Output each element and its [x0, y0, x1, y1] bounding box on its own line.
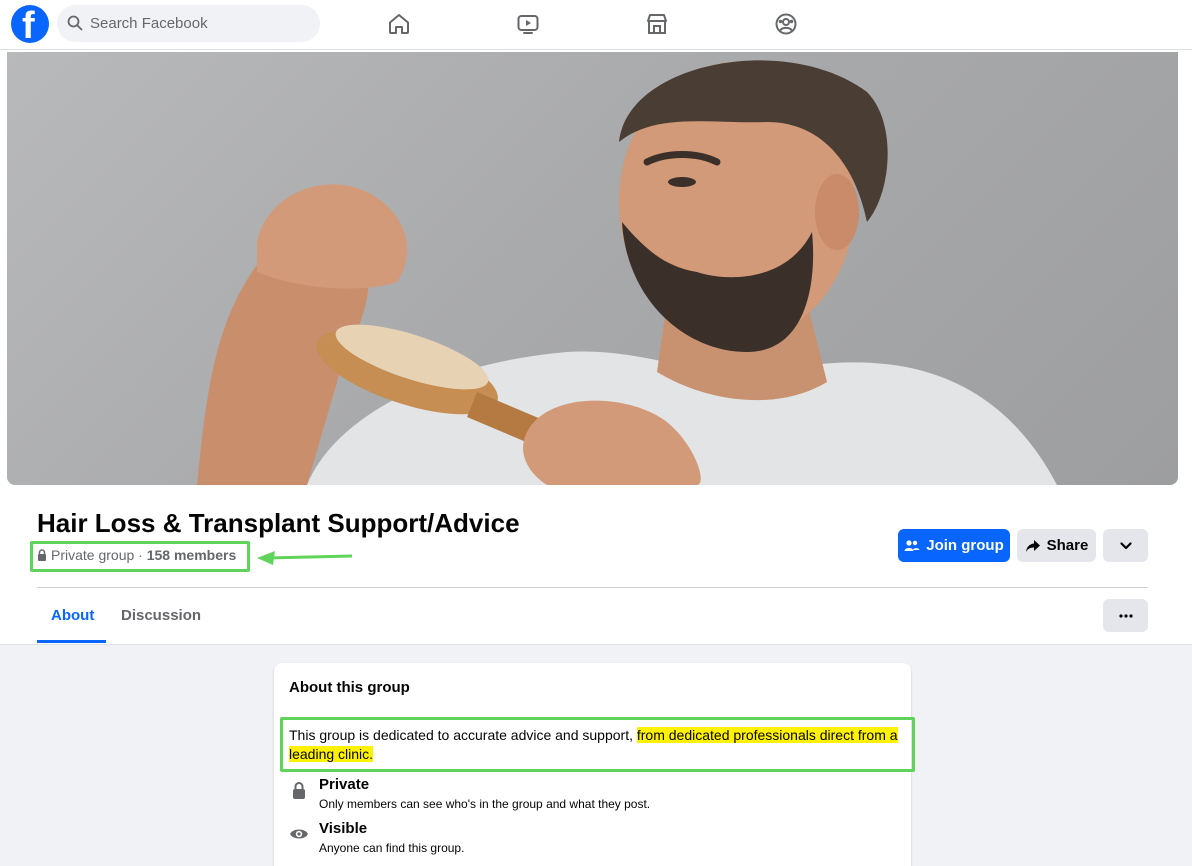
- privacy-label: Private group: [51, 547, 135, 563]
- eye-icon: [290, 829, 308, 839]
- marketplace-icon[interactable]: [645, 12, 669, 36]
- search-bar[interactable]: Search Facebook: [57, 5, 320, 42]
- groups-icon[interactable]: [774, 12, 798, 36]
- tab-discussion[interactable]: Discussion: [121, 607, 201, 624]
- search-icon: [67, 15, 83, 31]
- more-options-dropdown[interactable]: [1103, 529, 1148, 562]
- facebook-logo-icon[interactable]: f: [11, 5, 49, 47]
- group-title: Hair Loss & Transplant Support/Advice: [37, 508, 520, 538]
- lock-icon: [38, 549, 46, 561]
- visibility-title: Visible: [319, 820, 368, 837]
- group-meta: Private group · 158 members: [37, 547, 236, 563]
- description-plain: This group is dedicated to accurate advi…: [289, 727, 633, 743]
- privacy-title: Private: [319, 776, 370, 793]
- chevron-down-icon: [1119, 541, 1132, 549]
- more-menu-button[interactable]: [1103, 599, 1148, 632]
- visibility-subtitle: Anyone can find this group.: [319, 841, 465, 855]
- join-group-label: Join group: [926, 537, 1004, 554]
- tab-about[interactable]: About: [51, 607, 94, 624]
- meta-separator: ·: [134, 547, 147, 563]
- ellipsis-icon: [1118, 613, 1133, 618]
- share-arrow-icon: [1025, 539, 1040, 552]
- share-label: Share: [1046, 537, 1089, 554]
- join-group-button[interactable]: Join group: [898, 529, 1010, 562]
- group-header: Hair Loss & Transplant Support/Advice Pr…: [0, 50, 1192, 645]
- group-description: This group is dedicated to accurate advi…: [289, 726, 904, 764]
- lock-icon: [293, 782, 305, 799]
- privacy-subtitle: Only members can see who's in the group …: [319, 797, 651, 811]
- about-title: About this group: [289, 679, 410, 696]
- share-button[interactable]: Share: [1017, 529, 1096, 562]
- cover-photo: [7, 52, 1178, 485]
- home-icon[interactable]: [387, 12, 411, 36]
- active-tab-indicator: [37, 640, 106, 643]
- annotation-arrow-icon: [257, 551, 353, 565]
- header-divider: [37, 587, 1148, 588]
- member-count[interactable]: 158 members: [147, 547, 237, 563]
- top-navigation-bar: f Search Facebook: [0, 0, 1192, 50]
- video-icon[interactable]: [516, 12, 540, 36]
- about-card: About this group This group is dedicated…: [274, 663, 915, 866]
- group-add-icon: [904, 539, 920, 551]
- cover-illustration: [197, 60, 1057, 485]
- search-input[interactable]: Search Facebook: [90, 15, 208, 32]
